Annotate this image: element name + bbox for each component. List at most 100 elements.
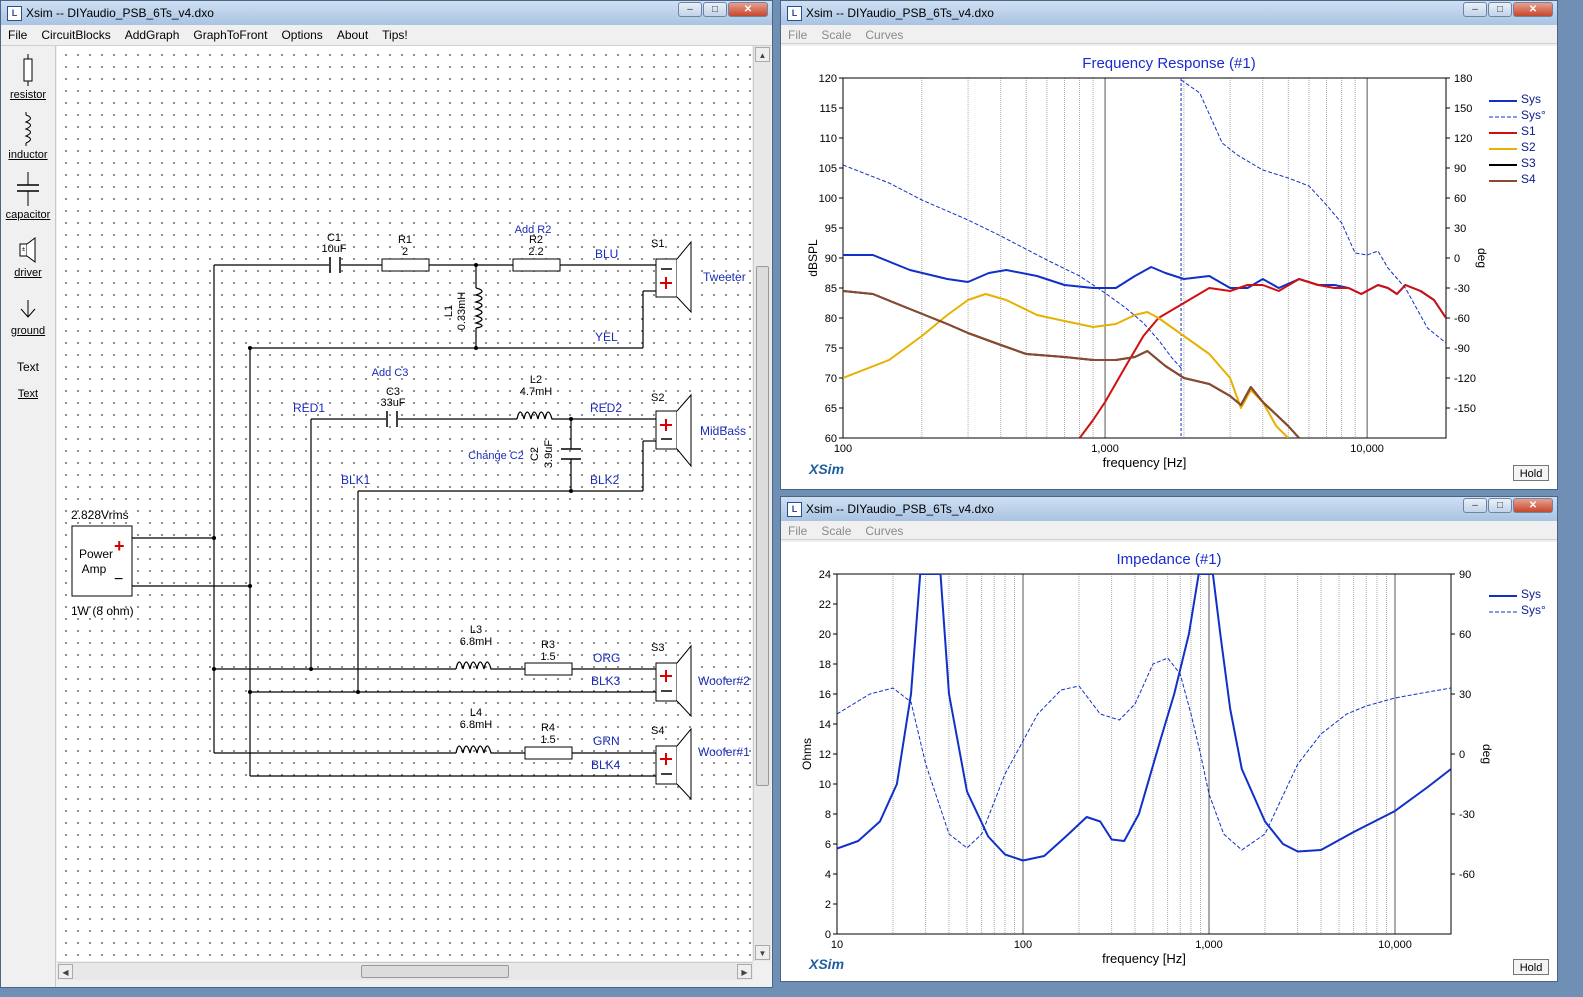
inductor-l3[interactable] (455, 661, 494, 670)
capacitor-c3[interactable] (386, 411, 398, 427)
scroll-up-button[interactable]: ▲ (755, 47, 770, 62)
driver-s3[interactable] (655, 644, 692, 718)
legend-entry: S3 (1489, 156, 1546, 172)
y2-tick-label: -30 (1454, 283, 1470, 295)
inductor-l1[interactable] (473, 287, 483, 329)
horizontal-scroll-thumb[interactable] (361, 965, 509, 978)
source-plus: + (114, 536, 125, 556)
freq-minimize-button[interactable]: – (1463, 2, 1487, 17)
menu-options[interactable]: Options (274, 25, 329, 42)
tool-resistor[interactable]: resistor (1, 54, 55, 101)
menu-addgraph[interactable]: AddGraph (118, 25, 187, 42)
c2-ref: C2 (529, 447, 541, 461)
freq-menu-curves[interactable]: Curves (858, 25, 910, 42)
s3-name: Woofer#2 (698, 674, 750, 688)
imp-graph-area[interactable]: Impedance (#1) 0 2 4 6 8 10 12 14 16 18 20 22 24 -60-… (781, 542, 1557, 981)
s4-ref: S4 (651, 725, 664, 737)
y-tick-label: 115 (819, 103, 837, 115)
menu-tips[interactable]: Tips! (375, 25, 415, 42)
close-button[interactable]: ✕ (728, 2, 768, 17)
y-tick-label: 80 (825, 313, 837, 325)
frequency-response-window: L Xsim -- DIYaudio_PSB_6Ts_v4.dxo – □ ✕ Fi… (780, 0, 1558, 490)
freq-menu-file[interactable]: File (781, 25, 814, 42)
inductor-l2[interactable] (516, 411, 555, 420)
y2-tick-label: -60 (1459, 869, 1475, 881)
imp-hold-button[interactable]: Hold (1513, 959, 1549, 975)
inductor-l4[interactable] (455, 745, 494, 754)
freq-graph-area[interactable]: Frequency Response (#1) 60 65 70 75 80 85 90 95… (781, 46, 1557, 489)
y-tick-label: 14 (819, 719, 831, 731)
menu-about[interactable]: About (330, 25, 375, 42)
resistor-r2[interactable] (512, 258, 561, 272)
vertical-scroll-thumb[interactable] (756, 266, 769, 786)
x-tick-label: 1,000 (1195, 939, 1223, 951)
r3-value: 1.5 (540, 651, 555, 663)
schematic-vertical-scrollbar[interactable]: ▲ ▼ (753, 46, 771, 961)
tool-ground[interactable]: ground (1, 298, 55, 337)
menu-file[interactable]: File (1, 25, 34, 42)
schematic-menubar: File CircuitBlocks AddGraph GraphToFront Opt… (1, 25, 772, 46)
imp-menu-file[interactable]: File (781, 521, 814, 538)
net-blu: BLU (595, 247, 618, 261)
freq-chart: 60 65 70 75 80 85 90 95 100 105 110 115 120 -150 -120 -… (806, 73, 1489, 470)
net-org: ORG (593, 651, 620, 665)
s1-name: Tweeter (703, 270, 746, 284)
r4-ref: R4 (541, 722, 555, 734)
tool-text[interactable]: Text Text (1, 360, 55, 400)
y2-tick-label: -120 (1454, 373, 1476, 385)
schematic-window: L Xsim -- DIYaudio_PSB_6Ts_v4.dxo – □ ✕ Fi… (0, 0, 773, 988)
freq-legend: Sys Sys° S1 S2 S3 S4 (1489, 92, 1546, 188)
driver-s2[interactable] (655, 393, 692, 468)
maximize-button[interactable]: □ (703, 2, 727, 17)
y2-tick-label: 60 (1454, 193, 1466, 205)
legend-label: S2 (1521, 140, 1536, 154)
freq-titlebar[interactable]: L Xsim -- DIYaudio_PSB_6Ts_v4.dxo – □ ✕ (781, 1, 1557, 26)
menu-circuitblocks[interactable]: CircuitBlocks (34, 25, 117, 42)
schematic-titlebar[interactable]: L Xsim -- DIYaudio_PSB_6Ts_v4.dxo – □ ✕ (1, 1, 772, 26)
scroll-right-button[interactable]: ▶ (737, 964, 752, 979)
scroll-down-button[interactable]: ▼ (755, 945, 770, 960)
legend-label: S1 (1521, 124, 1536, 138)
imp-menu-curves[interactable]: Curves (858, 521, 910, 538)
freq-menubar: File Scale Curves (781, 25, 1557, 44)
resistor-r1[interactable] (381, 258, 430, 272)
freq-hold-button[interactable]: Hold (1513, 465, 1549, 481)
imp-app-icon: L (787, 502, 802, 517)
y2-tick-label: 0 (1459, 749, 1465, 761)
freq-menu-scale[interactable]: Scale (814, 25, 858, 42)
imp-menu-scale[interactable]: Scale (814, 521, 858, 538)
imp-legend: Sys Sys° (1489, 587, 1546, 619)
capacitor-c2[interactable] (561, 448, 581, 460)
legend-entry: Sys° (1489, 603, 1546, 619)
driver-s4[interactable] (655, 727, 692, 801)
tool-driver[interactable]: ± driver (1, 236, 55, 279)
freq-close-button[interactable]: ✕ (1513, 2, 1553, 17)
tool-inductor[interactable]: inductor (1, 112, 55, 161)
y-tick-label: 75 (825, 343, 837, 355)
schematic-canvas[interactable]: Power Amp + − 2.828Vrms 1W (8 ohm) C1 10… (57, 46, 752, 961)
freq-maximize-button[interactable]: □ (1488, 2, 1512, 17)
x-tick-label: 10,000 (1378, 939, 1412, 951)
tool-capacitor[interactable]: capacitor (1, 172, 55, 221)
imp-close-button[interactable]: ✕ (1513, 498, 1553, 513)
schematic-horizontal-scrollbar[interactable]: ◀ ▶ (57, 962, 753, 980)
imp-titlebar[interactable]: L Xsim -- DIYaudio_PSB_6Ts_v4.dxo – □ ✕ (781, 497, 1557, 522)
y-tick-label: 8 (825, 809, 831, 821)
resistor-r4[interactable] (524, 746, 573, 760)
imp-minimize-button[interactable]: – (1463, 498, 1487, 513)
r3-ref: R3 (541, 639, 555, 651)
minimize-button[interactable]: – (678, 2, 702, 17)
source-power-note: 1W (8 ohm) (71, 604, 134, 618)
driver-s1[interactable] (655, 240, 692, 314)
y-tick-label: 6 (825, 839, 831, 851)
resistor-r3[interactable] (524, 662, 573, 676)
x-tick-label: 100 (834, 443, 852, 455)
capacitor-c1[interactable] (329, 257, 341, 273)
y-tick-label: 110 (819, 133, 837, 145)
imp-maximize-button[interactable]: □ (1488, 498, 1512, 513)
menu-graphtofront[interactable]: GraphToFront (186, 25, 274, 42)
scroll-left-button[interactable]: ◀ (58, 964, 73, 979)
tool-resistor-label: resistor (9, 89, 47, 101)
c3-hint[interactable]: Add C3 (372, 367, 409, 379)
c2-hint[interactable]: Change C2 (468, 450, 524, 462)
